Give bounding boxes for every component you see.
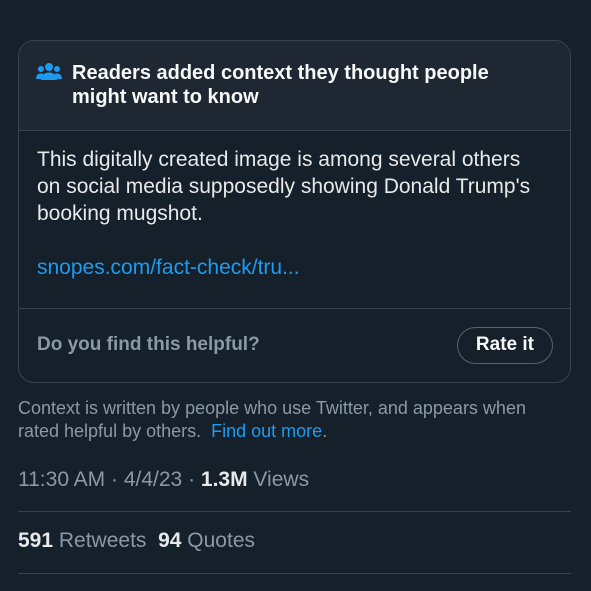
meta-separator: · xyxy=(105,468,124,491)
note-body: This digitally created image is among se… xyxy=(19,131,570,309)
quotes-label: Quotes xyxy=(181,529,255,552)
quotes-stat[interactable]: 94 Quotes xyxy=(158,529,255,552)
find-out-more-link[interactable]: Find out more xyxy=(211,421,322,441)
quotes-count: 94 xyxy=(158,529,182,552)
retweets-label: Retweets xyxy=(53,529,147,552)
retweets-stat[interactable]: 591 Retweets xyxy=(18,529,146,552)
tweet-time[interactable]: 11:30 AM xyxy=(18,468,105,491)
views-count: 1.3M xyxy=(200,468,248,491)
note-source-link[interactable]: snopes.com/fact-check/tru... xyxy=(37,254,552,281)
retweets-count: 591 xyxy=(18,529,54,552)
note-header: Readers added context they thought peopl… xyxy=(19,41,570,131)
note-text: This digitally created image is among se… xyxy=(37,148,531,225)
community-note-card: Readers added context they thought peopl… xyxy=(18,40,571,383)
note-title: Readers added context they thought peopl… xyxy=(72,62,489,108)
tweet-meta: 11:30 AM · 4/4/23 · 1.3M Views xyxy=(18,467,309,493)
meta-separator: · xyxy=(182,468,201,491)
divider xyxy=(18,573,571,574)
note-footer: Do you find this helpful? Rate it xyxy=(19,309,570,381)
divider xyxy=(18,511,571,512)
tweet-date[interactable]: 4/4/23 xyxy=(124,468,182,491)
helpful-question: Do you find this helpful? xyxy=(37,334,260,355)
context-period: . xyxy=(322,421,328,441)
tweet-stats: 591 Retweets 94 Quotes xyxy=(18,528,255,554)
views-label: Views xyxy=(247,468,310,491)
context-disclaimer: Context is written by people who use Twi… xyxy=(18,397,558,443)
people-icon xyxy=(36,63,62,80)
rate-it-button[interactable]: Rate it xyxy=(456,326,553,364)
